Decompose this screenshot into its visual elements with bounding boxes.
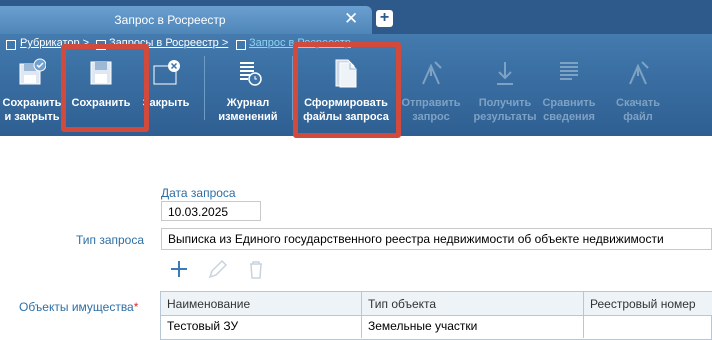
tab-bar: Запрос в Росреестр ✕ +	[0, 0, 712, 34]
save-and-close-button[interactable]: Сохранить и закрыть	[0, 52, 64, 136]
table-cell-name[interactable]: Тестовый ЗУ	[161, 316, 362, 338]
download-label-1: Скачать	[616, 97, 660, 109]
get-label-1: Получить	[478, 97, 532, 109]
compare-info-button[interactable]: Сравнить сведения	[540, 52, 598, 136]
get-results-button[interactable]: Получить результаты	[468, 52, 542, 136]
column-header-registry-number[interactable]: Реестровый номер	[584, 292, 712, 316]
column-header-type[interactable]: Тип объекта	[362, 292, 584, 316]
add-icon[interactable]	[168, 258, 190, 280]
journal-label-2: изменений	[218, 111, 278, 123]
journal-clock-icon	[240, 62, 262, 86]
tab-request[interactable]: Запрос в Росреестр ✕	[0, 6, 372, 34]
download-file-button[interactable]: Скачать файл	[608, 52, 668, 136]
send-label-2: запрос	[412, 111, 450, 123]
tab-title: Запрос в Росреестр	[114, 13, 226, 27]
required-mark: *	[133, 300, 139, 314]
toolbar-separator	[204, 56, 205, 120]
delete-icon[interactable]	[245, 258, 267, 280]
table-cell-registry-number[interactable]	[584, 316, 712, 338]
download-file-icon	[629, 61, 649, 85]
objects-label-text: Объекты имущества	[19, 300, 134, 314]
change-journal-button[interactable]: Журнал изменений	[210, 52, 286, 136]
send-request-button[interactable]: Отправить запрос	[398, 52, 464, 136]
column-header-name[interactable]: Наименование	[161, 292, 362, 316]
save-and-close-label-2: и закрыть	[4, 111, 60, 123]
objects-table: Наименование Тип объекта Реестровый номе…	[160, 291, 712, 340]
table-cell-type[interactable]: Земельные участки	[362, 316, 584, 338]
highlight-generate	[293, 42, 401, 138]
compare-label-2: сведения	[543, 111, 595, 123]
download-arrow-icon	[497, 62, 513, 85]
journal-label-1: Журнал	[226, 97, 270, 109]
get-label-2: результаты	[473, 111, 537, 123]
date-field[interactable]: 10.03.2025	[161, 201, 261, 221]
save-and-close-label-1: Сохранить	[2, 97, 62, 109]
floppy-check-icon	[19, 58, 46, 85]
download-label-2: файл	[623, 111, 653, 123]
highlight-save	[61, 44, 149, 132]
edit-icon[interactable]	[206, 258, 228, 280]
request-type-field[interactable]: Выписка из Единого государственного реес…	[161, 228, 712, 250]
send-label-1: Отправить	[401, 97, 461, 109]
date-label: Дата запроса	[161, 186, 236, 200]
compare-label-1: Сравнить	[542, 97, 596, 109]
send-icon	[422, 61, 442, 85]
request-type-label: Тип запроса	[76, 233, 145, 247]
compare-lines-icon	[560, 62, 578, 80]
window-close-icon	[153, 60, 180, 85]
tab-close-icon[interactable]: ✕	[344, 10, 358, 27]
objects-label: Объекты имущества*	[19, 300, 138, 314]
add-tab-button[interactable]: +	[376, 10, 393, 27]
